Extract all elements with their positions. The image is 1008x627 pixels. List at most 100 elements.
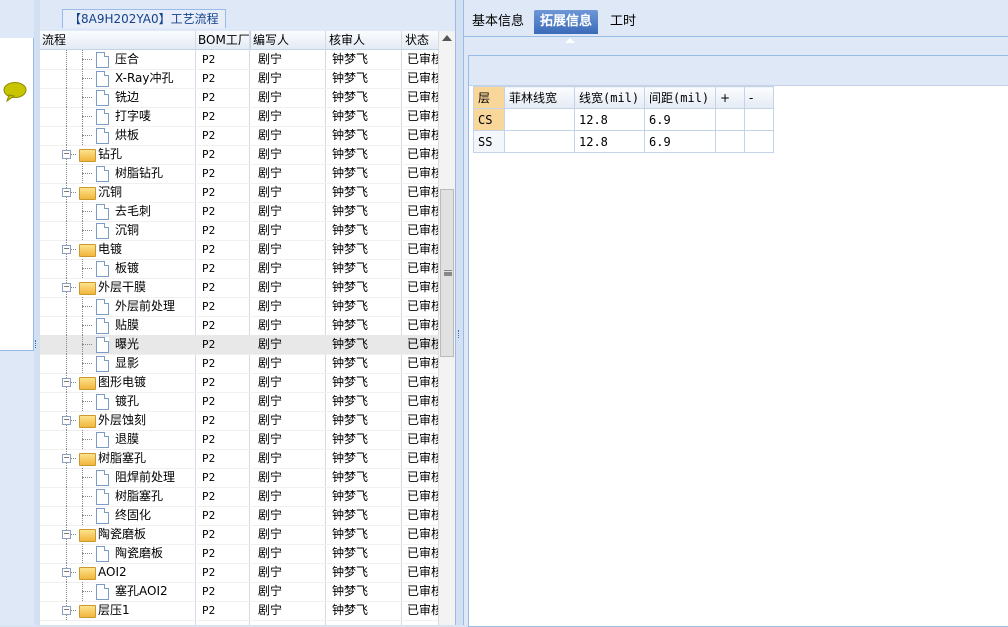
collapse-toggle-icon[interactable]: − <box>62 530 71 539</box>
tree-row[interactable]: 显影 P2 剧宁 钟梦飞 已审核 <box>40 354 438 374</box>
author-cell: 剧宁 <box>258 280 283 294</box>
document-icon <box>96 337 109 353</box>
tree-folder-row[interactable]: − 钻孔 P2 剧宁 钟梦飞 已审核 <box>40 145 438 165</box>
collapse-toggle-icon[interactable]: − <box>62 568 71 577</box>
tree-folder-row[interactable]: − AOI2 P2 剧宁 钟梦飞 已审核 <box>40 563 438 583</box>
tree-item-label: 陶瓷磨板 <box>98 527 147 541</box>
table-row[interactable]: CS 12.8 6.9 <box>473 108 774 131</box>
collapse-toggle-icon[interactable]: − <box>62 283 71 292</box>
tree-row[interactable]: 退膜 P2 剧宁 钟梦飞 已审核 <box>40 430 438 450</box>
tree-row[interactable]: 压合 P2 剧宁 钟梦飞 已审核 <box>40 50 438 70</box>
bom-cell: P2 <box>202 528 216 541</box>
column-header-status[interactable]: 状态 <box>403 31 442 49</box>
status-cell: 已审核 <box>407 166 438 180</box>
table-row[interactable]: SS 12.8 6.9 <box>473 130 774 153</box>
tree-folder-row[interactable]: − 图形电镀 P2 剧宁 钟梦飞 已审核 <box>40 373 438 393</box>
scrollbar-thumb[interactable] <box>440 189 454 357</box>
collapse-toggle-icon[interactable]: − <box>62 150 71 159</box>
status-cell: 已审核 <box>407 128 438 142</box>
tree-folder-row[interactable]: − 沉铜 P2 剧宁 钟梦飞 已审核 <box>40 183 438 203</box>
collapse-toggle-icon[interactable]: − <box>62 454 71 463</box>
tree-folder-row[interactable]: − 外层蚀刻 P2 剧宁 钟梦飞 已审核 <box>40 411 438 431</box>
collapse-toggle-icon[interactable]: − <box>62 606 71 615</box>
tree-row[interactable]: 阻焊前处理 P2 剧宁 钟梦飞 已审核 <box>40 468 438 488</box>
bom-cell: P2 <box>202 509 216 522</box>
author-cell: 剧宁 <box>258 185 283 199</box>
column-header-bom[interactable]: BOM工厂 <box>196 31 251 49</box>
tree-folder-row[interactable]: − 层压1 P2 剧宁 钟梦飞 已审核 <box>40 601 438 621</box>
reviewer-cell: 钟梦飞 <box>332 413 369 427</box>
folder-icon <box>79 529 96 542</box>
tree-folder-row[interactable]: − 外层干膜 P2 剧宁 钟梦飞 已审核 <box>40 278 438 298</box>
tree-row[interactable]: 沉铜 P2 剧宁 钟梦飞 已审核 <box>40 221 438 241</box>
spacing-cell[interactable]: 6.9 <box>644 130 716 153</box>
empty-cell <box>715 108 745 131</box>
tree-folder-row[interactable]: − 树脂塞孔 P2 剧宁 钟梦飞 已审核 <box>40 449 438 469</box>
document-icon <box>96 546 109 562</box>
tree-row[interactable]: 树脂钻孔 P2 剧宁 钟梦飞 已审核 <box>40 164 438 184</box>
speech-bubble-icon[interactable] <box>3 82 27 102</box>
tree-row[interactable]: 贴膜 P2 剧宁 钟梦飞 已审核 <box>40 316 438 336</box>
tree-row[interactable]: 铣边 P2 剧宁 钟梦飞 已审核 <box>40 88 438 108</box>
tree-row[interactable]: 陶瓷磨板 P2 剧宁 钟梦飞 已审核 <box>40 544 438 564</box>
process-flow-panel: 【8A9H202YA0】工艺流程 流程 BOM工厂 编写人 核审人 状态 压合 P… <box>40 0 455 625</box>
spacing-cell[interactable]: 6.9 <box>644 108 716 131</box>
add-row-button[interactable]: + <box>715 86 745 109</box>
status-cell: 已审核 <box>407 603 438 617</box>
tree-row[interactable]: 板镀 P2 剧宁 钟梦飞 已审核 <box>40 259 438 279</box>
scroll-up-arrow-icon[interactable] <box>442 35 452 41</box>
remove-row-button[interactable]: - <box>744 86 774 109</box>
folder-icon <box>79 282 96 295</box>
tree-row[interactable]: X-Ray冲孔 P2 剧宁 钟梦飞 已审核 <box>40 69 438 89</box>
collapse-toggle-icon[interactable]: − <box>62 416 71 425</box>
tree-row[interactable]: 塞孔AOI2 P2 剧宁 钟梦飞 已审核 <box>40 582 438 602</box>
tab-extended-info[interactable]: 拓展信息 <box>534 10 599 34</box>
bom-cell: P2 <box>202 585 216 598</box>
tree-row[interactable]: 曝光 P2 剧宁 钟梦飞 已审核 <box>40 335 438 355</box>
tab-work-hours[interactable]: 工时 <box>604 10 642 34</box>
column-header-flow[interactable]: 流程 <box>40 31 196 49</box>
bom-cell: P2 <box>202 224 216 237</box>
bom-cell: P2 <box>202 414 216 427</box>
line-width-cell[interactable]: 12.8 <box>574 108 645 131</box>
film-width-cell[interactable] <box>504 108 575 131</box>
column-header-reviewer[interactable]: 核审人 <box>327 31 402 49</box>
tree-row[interactable]: 外层前处理 P2 剧宁 钟梦飞 已审核 <box>40 297 438 317</box>
vertical-scrollbar[interactable] <box>438 31 456 625</box>
layer-cell[interactable]: CS <box>473 108 505 131</box>
line-width-cell[interactable]: 12.8 <box>574 130 645 153</box>
folder-icon <box>79 377 96 390</box>
document-icon <box>96 90 109 106</box>
tree-folder-row[interactable]: − 陶瓷磨板 P2 剧宁 钟梦飞 已审核 <box>40 525 438 545</box>
collapse-toggle-icon[interactable]: − <box>62 188 71 197</box>
bom-cell: P2 <box>202 433 216 446</box>
tree-row[interactable]: 终固化 P2 剧宁 钟梦飞 已审核 <box>40 506 438 526</box>
status-cell: 已审核 <box>407 527 438 541</box>
author-cell: 剧宁 <box>258 166 283 180</box>
tree-item-label: 打字唛 <box>115 109 152 123</box>
center-splitter[interactable] <box>455 0 464 625</box>
reviewer-cell: 钟梦飞 <box>332 337 369 351</box>
status-cell: 已审核 <box>407 375 438 389</box>
reviewer-cell: 钟梦飞 <box>332 71 369 85</box>
film-width-cell[interactable] <box>504 130 575 153</box>
collapse-toggle-icon[interactable]: − <box>62 245 71 254</box>
tree-folder-row[interactable]: − 电镀 P2 剧宁 钟梦飞 已审核 <box>40 240 438 260</box>
reviewer-cell: 钟梦飞 <box>332 470 369 484</box>
panel-header: 【8A9H202YA0】工艺流程 <box>40 0 455 32</box>
folder-icon <box>79 605 96 618</box>
tab-bar: 基本信息 拓展信息 工时 <box>464 8 1008 43</box>
document-icon <box>96 204 109 220</box>
tree-row[interactable]: 去毛刺 P2 剧宁 钟梦飞 已审核 <box>40 202 438 222</box>
tree-row[interactable]: 树脂塞孔 P2 剧宁 钟梦飞 已审核 <box>40 487 438 507</box>
tree-row[interactable]: 打字唛 P2 剧宁 钟梦飞 已审核 <box>40 107 438 127</box>
tree-row[interactable]: 镀孔 P2 剧宁 钟梦飞 已审核 <box>40 392 438 412</box>
author-cell: 剧宁 <box>258 508 283 522</box>
tree-row[interactable]: 烘板 P2 剧宁 钟梦飞 已审核 <box>40 126 438 146</box>
layer-cell[interactable]: SS <box>473 130 505 153</box>
bom-cell: P2 <box>202 471 216 484</box>
tab-basic-info[interactable]: 基本信息 <box>466 10 530 34</box>
collapse-toggle-icon[interactable]: − <box>62 378 71 387</box>
document-icon <box>96 166 109 182</box>
column-header-author[interactable]: 编写人 <box>251 31 326 49</box>
